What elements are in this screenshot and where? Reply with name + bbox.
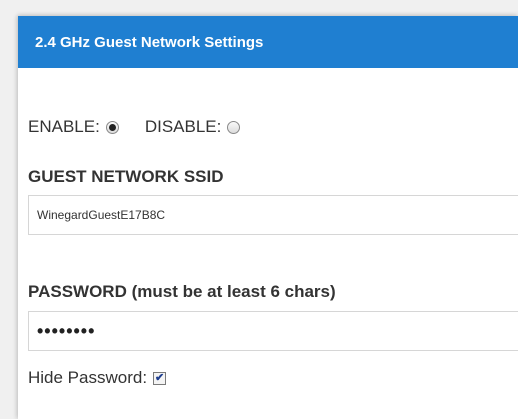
panel-title: 2.4 GHz Guest Network Settings <box>35 33 264 51</box>
disable-radio[interactable] <box>227 120 241 134</box>
ssid-label: GUEST NETWORK SSID <box>28 167 224 186</box>
enable-label: ENABLE: <box>28 117 100 136</box>
disable-label: DISABLE: <box>144 117 222 136</box>
enable-radio[interactable] <box>105 120 119 134</box>
password-field[interactable]: •••••••• <box>28 311 518 351</box>
enable-disable-row: ENABLE: DISABLE: <box>28 117 241 137</box>
ssid-value: WinegardGuestE17B8C <box>37 208 166 222</box>
hide-password-label: Hide Password: <box>28 368 148 387</box>
hide-password-row: Hide Password: ✔ <box>28 368 167 388</box>
ssid-field[interactable]: WinegardGuestE17B8C <box>28 195 518 235</box>
password-value: •••••••• <box>37 320 96 341</box>
panel-header: 2.4 GHz Guest Network Settings <box>18 16 518 68</box>
hide-password-checkbox[interactable]: ✔ <box>153 371 167 385</box>
guest-network-panel: 2.4 GHz Guest Network Settings ENABLE: D… <box>18 16 518 419</box>
password-label: PASSWORD (must be at least 6 chars) <box>28 282 336 301</box>
checkmark-icon: ✔ <box>154 371 165 384</box>
